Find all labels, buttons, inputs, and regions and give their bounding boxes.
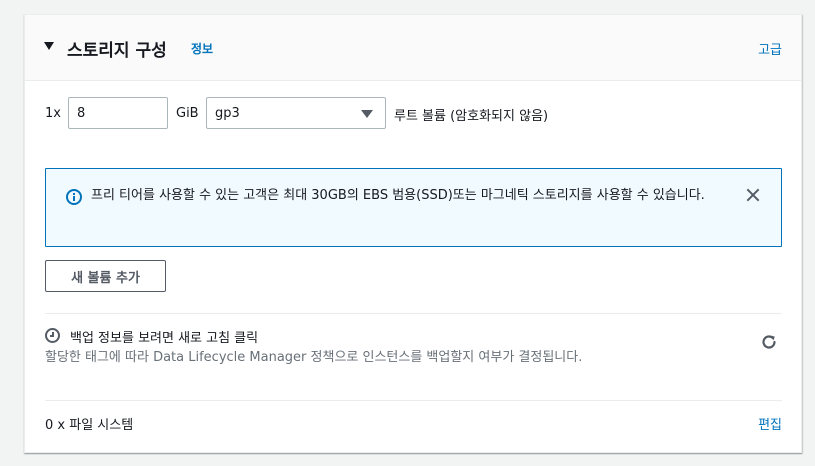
file-systems-label: 0 x 파일 시스템 (45, 418, 134, 433)
storage-config-panel: 스토리지 구성 정보 고급 1x GiB gp3 루트 볼륨 (암호화되지 않음… (24, 14, 802, 453)
backup-title: 백업 정보를 보려면 새로 고침 클릭 (70, 331, 259, 346)
backup-description: 할당한 태그에 따라 Data Lifecycle Manager 정책으로 인… (45, 350, 583, 365)
close-icon[interactable] (743, 185, 763, 205)
volume-size-input[interactable] (68, 97, 168, 129)
divider (45, 400, 782, 401)
caret-down-icon[interactable] (44, 42, 54, 50)
panel-header: 스토리지 구성 정보 고급 (25, 15, 801, 81)
root-volume-row: 1x GiB gp3 루트 볼륨 (암호화되지 않음) (45, 97, 785, 129)
info-icon (66, 189, 82, 205)
section-title: 스토리지 구성 (67, 41, 167, 61)
add-volume-button[interactable]: 새 볼륨 추가 (45, 260, 166, 292)
info-link[interactable]: 정보 (191, 40, 213, 57)
volume-type-value: gp3 (215, 106, 240, 121)
divider (45, 313, 782, 314)
refresh-icon[interactable] (760, 333, 778, 351)
free-tier-alert: 프리 티어를 사용할 수 있는 고객은 최대 30GB의 EBS 범용(SSD)… (45, 168, 782, 247)
alert-message: 프리 티어를 사용할 수 있는 고객은 최대 30GB의 EBS 범용(SSD)… (91, 188, 705, 203)
volume-unit: GiB (176, 106, 199, 121)
advanced-link[interactable]: 고급 (758, 39, 782, 58)
clock-icon (45, 328, 60, 343)
edit-file-systems-link[interactable]: 편집 (758, 414, 782, 433)
volume-description: 루트 볼륨 (암호화되지 않음) (394, 109, 549, 124)
chevron-down-icon (361, 110, 373, 118)
volume-type-select[interactable]: gp3 (206, 97, 386, 129)
volume-multiplier: 1x (45, 106, 61, 121)
